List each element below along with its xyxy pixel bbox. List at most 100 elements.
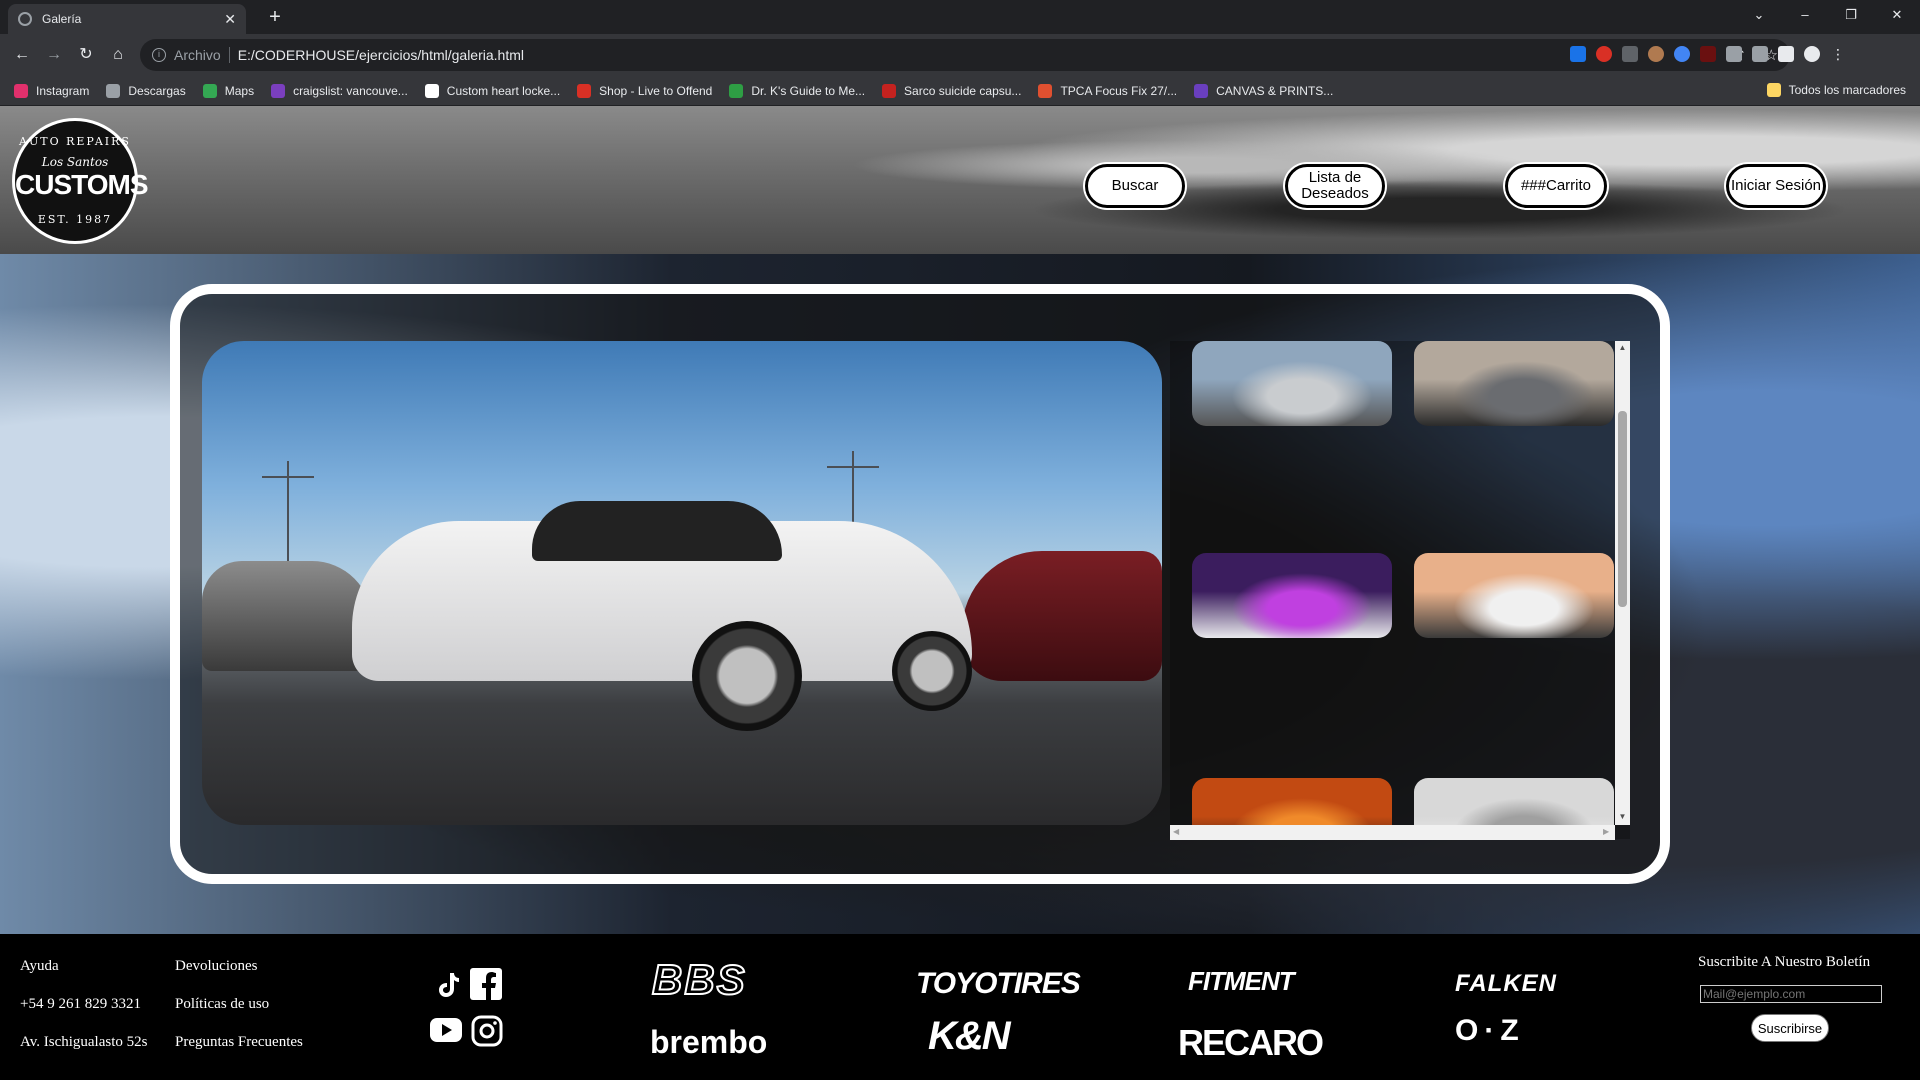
close-tab-icon[interactable]: ✕: [224, 11, 236, 28]
bookmark-item[interactable]: Instagram: [14, 83, 89, 98]
login-button[interactable]: Iniciar Sesión: [1726, 164, 1826, 208]
scrollbar-thumb[interactable]: [1618, 411, 1627, 607]
footer-link-ayuda[interactable]: Ayuda: [20, 958, 59, 975]
thumb-white-gtr-sunset[interactable]: [1414, 553, 1614, 638]
all-bookmarks-button[interactable]: Todos los marcadores: [1766, 83, 1906, 97]
facebook-icon[interactable]: [470, 968, 502, 1000]
search-button-label: Buscar: [1111, 177, 1159, 194]
side-panel-icon[interactable]: [1778, 46, 1794, 62]
bookmark-item[interactable]: Sarco suicide capsu...: [882, 83, 1021, 98]
bookmark-item[interactable]: TPCA Focus Fix 27/...: [1038, 83, 1178, 98]
brand-logo-brembo: brembo: [650, 1024, 768, 1060]
scroll-up-arrow-icon[interactable]: ▲: [1618, 343, 1627, 352]
logo-bottom-text: EST. 1987: [37, 213, 113, 226]
folder-icon: [1766, 83, 1781, 97]
all-bookmarks-label: Todos los marcadores: [1788, 83, 1906, 97]
extension-reader-icon[interactable]: [1622, 46, 1638, 62]
address-scheme: Archivo: [174, 47, 221, 63]
home-icon[interactable]: ⌂: [106, 43, 130, 67]
brand-logo-oz: O·Z: [1455, 1014, 1525, 1047]
bookmark-favicon-icon: [577, 83, 592, 98]
brand-logo-kn: K&N: [928, 1014, 1011, 1058]
reload-icon[interactable]: ↻: [74, 43, 98, 67]
extension-blue-icon[interactable]: [1674, 46, 1690, 62]
bookmark-favicon-icon: [106, 83, 121, 98]
bookmark-item[interactable]: craigslist: vancouve...: [271, 83, 408, 98]
bookmark-item[interactable]: CANVAS & PRINTS...: [1194, 83, 1334, 98]
bookmark-item[interactable]: Descargas: [106, 83, 186, 98]
new-tab-button[interactable]: +: [262, 5, 288, 31]
background-car-red: [962, 551, 1162, 681]
extension-dark-red-icon[interactable]: [1700, 46, 1716, 62]
logo-script-text: Los Santos: [41, 155, 109, 169]
bookmark-item[interactable]: Custom heart locke...: [424, 83, 560, 98]
extension-avatar-icon[interactable]: [1648, 46, 1664, 62]
bookmark-item[interactable]: Shop - Live to Offend: [577, 83, 712, 98]
instagram-icon[interactable]: [471, 1015, 503, 1047]
menu-dots-icon[interactable]: ⋮: [1830, 46, 1846, 62]
extension-red-icon[interactable]: [1596, 46, 1612, 62]
site-header: AUTO REPAIRS Los Santos CUSTOMS EST. 198…: [0, 106, 1920, 254]
close-window-icon[interactable]: ✕: [1874, 0, 1920, 30]
extensions-puzzle-icon[interactable]: [1726, 46, 1742, 62]
minimize-icon[interactable]: –: [1782, 0, 1828, 30]
globe-icon: [18, 12, 32, 26]
thumbnail-vertical-scrollbar[interactable]: ▲ ▼: [1615, 341, 1630, 825]
forward-icon[interactable]: →: [42, 43, 66, 67]
scroll-right-arrow-icon[interactable]: ▶: [1603, 827, 1609, 836]
site-info-icon[interactable]: i: [152, 48, 166, 62]
thumb-silver-supercar-row[interactable]: [1192, 341, 1392, 426]
bookmark-label: TPCA Focus Fix 27/...: [1060, 83, 1178, 98]
background-car-left: [202, 561, 372, 671]
footer-phone: +54 9 261 829 3321: [20, 996, 141, 1012]
footer-link-returns[interactable]: Devoluciones: [175, 958, 257, 975]
brand-logo-bbs: BBS: [651, 955, 747, 1004]
bookmark-item[interactable]: Dr. K's Guide to Me...: [729, 83, 865, 98]
address-divider: [228, 47, 230, 63]
bookmark-item[interactable]: Maps: [202, 83, 255, 98]
logo-top-text: AUTO REPAIRS: [19, 135, 131, 148]
footer-address: Av. Ischigualasto 52s: [20, 1034, 148, 1050]
wishlist-label-line1: Lista de: [1308, 169, 1362, 186]
subscribe-button[interactable]: Suscribirse: [1751, 1014, 1829, 1042]
thumb-white-coupe-neon[interactable]: [1192, 553, 1392, 638]
youtube-icon[interactable]: [430, 1018, 462, 1042]
restore-icon[interactable]: ❐: [1828, 0, 1874, 30]
bookmark-favicon-icon: [1194, 83, 1209, 98]
bookmark-label: craigslist: vancouve...: [293, 83, 408, 98]
tiktok-icon[interactable]: [433, 970, 463, 1000]
site-logo[interactable]: AUTO REPAIRS Los Santos CUSTOMS EST. 198…: [12, 118, 149, 244]
footer-link-faq[interactable]: Preguntas Frecuentes: [175, 1034, 303, 1051]
thumbnail-horizontal-scrollbar[interactable]: ◀ ▶: [1170, 825, 1615, 840]
bookmark-label: CANVAS & PRINTS...: [1216, 83, 1334, 98]
cart-button-label: ###Carrito: [1520, 177, 1592, 194]
thumbnail-list[interactable]: [1170, 341, 1630, 839]
search-button[interactable]: Buscar: [1085, 164, 1185, 208]
hero-car-wheel: [892, 631, 972, 711]
bookmark-label: Maps: [224, 83, 255, 98]
address-url[interactable]: E:/CODERHOUSE/ejercicios/html/galeria.ht…: [238, 47, 524, 63]
scroll-left-arrow-icon[interactable]: ◀: [1173, 827, 1179, 836]
subscribe-button-label: Suscribirse: [1757, 1020, 1823, 1036]
cart-button[interactable]: ###Carrito: [1505, 164, 1607, 208]
brand-logo-fitment: FITMENT: [1188, 966, 1295, 996]
main-gallery-image[interactable]: [202, 341, 1162, 825]
hero-car-wheel: [692, 621, 802, 731]
extension-translate-icon[interactable]: [1570, 46, 1586, 62]
brand-logo-toyotires: TOYOTIRES: [916, 967, 1081, 1000]
tab-search-icon[interactable]: ⌄: [1736, 0, 1782, 30]
bookmark-favicon-icon: [14, 83, 28, 98]
browser-tab[interactable]: Galería ✕: [8, 4, 246, 34]
back-icon[interactable]: ←: [10, 43, 34, 67]
scroll-down-arrow-icon[interactable]: ▼: [1618, 812, 1627, 821]
download-icon[interactable]: [1752, 46, 1768, 62]
address-bar[interactable]: i Archivo E:/CODERHOUSE/ejercicios/html/…: [140, 39, 1790, 71]
tab-title: Galería: [42, 12, 82, 26]
footer-link-terms[interactable]: Políticas de uso: [175, 996, 269, 1013]
wishlist-button[interactable]: Lista de Deseados: [1285, 164, 1385, 208]
bookmarks-bar: Instagram Descargas Maps craigslist: vancou…: [0, 76, 1920, 106]
thumb-grey-widebody-street[interactable]: [1414, 341, 1614, 426]
brand-logo-falken: FALKEN: [1455, 970, 1557, 997]
profile-avatar-icon[interactable]: [1804, 46, 1820, 62]
newsletter-email-input[interactable]: [1700, 985, 1882, 1003]
